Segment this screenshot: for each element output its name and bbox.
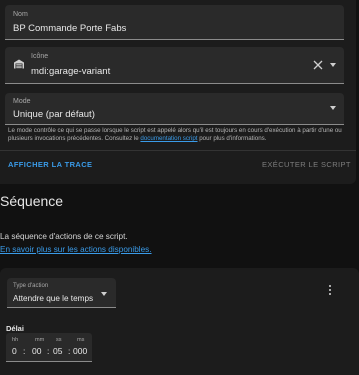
action-type-label: Type d'action bbox=[13, 283, 49, 289]
helper-text-end: pour plus d'informations. bbox=[197, 135, 267, 142]
hours-input[interactable]: 0 bbox=[12, 346, 17, 356]
overflow-menu-icon[interactable] bbox=[327, 285, 333, 297]
name-field-label: Nom bbox=[13, 11, 28, 18]
time-separator: : bbox=[47, 346, 50, 356]
time-separator: : bbox=[23, 346, 26, 356]
sequence-description: La séquence d'actions de ce script. bbox=[0, 232, 128, 241]
chevron-down-icon[interactable] bbox=[101, 292, 107, 296]
mode-field-label: Mode bbox=[13, 98, 31, 105]
milliseconds-input[interactable]: 000 bbox=[73, 346, 87, 356]
icon-picker-field[interactable]: Icône mdi:garage-variant bbox=[5, 47, 344, 84]
sequence-heading: Séquence bbox=[0, 193, 64, 209]
icon-field-label: Icône bbox=[31, 53, 49, 60]
show-trace-button[interactable]: AFFICHER LA TRACE bbox=[8, 160, 92, 169]
icon-field-value[interactable]: mdi:garage-variant bbox=[31, 66, 110, 77]
seconds-input[interactable]: 05 bbox=[53, 346, 62, 356]
name-field-value[interactable]: BP Commande Porte Fabs bbox=[13, 23, 126, 34]
delay-duration-input[interactable]: hh mm ss ms 0 : 00 : 05 : 000 bbox=[6, 333, 92, 362]
name-field[interactable]: Nom BP Commande Porte Fabs bbox=[5, 5, 344, 40]
seconds-unit-label: ss bbox=[56, 337, 62, 343]
script-settings-card: Nom BP Commande Porte Fabs Icône mdi:gar… bbox=[0, 0, 356, 184]
action-type-select[interactable]: Type d'action Attendre que le temps bbox=[7, 278, 116, 308]
minutes-input[interactable]: 00 bbox=[32, 346, 41, 356]
clear-icon[interactable] bbox=[313, 60, 323, 70]
chevron-down-icon[interactable] bbox=[330, 106, 336, 110]
mode-helper-text: Le mode contrôle ce qui se passe lorsque… bbox=[8, 127, 348, 143]
milliseconds-unit-label: ms bbox=[77, 337, 85, 343]
card-divider bbox=[0, 150, 356, 151]
hours-unit-label: hh bbox=[12, 337, 19, 343]
action-type-value: Attendre que le temps bbox=[13, 294, 94, 303]
run-script-button[interactable]: EXÉCUTER LE SCRIPT bbox=[262, 160, 351, 169]
garage-variant-icon bbox=[14, 59, 24, 69]
chevron-down-icon[interactable] bbox=[330, 63, 336, 67]
action-card: Type d'action Attendre que le temps Déla… bbox=[0, 268, 359, 375]
time-separator: : bbox=[68, 346, 71, 356]
script-docs-link[interactable]: documentation script bbox=[140, 135, 197, 142]
delay-label: Délai bbox=[6, 324, 24, 333]
mode-field-value: Unique (par défaut) bbox=[13, 109, 95, 120]
minutes-unit-label: mm bbox=[35, 337, 45, 343]
mode-select[interactable]: Mode Unique (par défaut) bbox=[5, 93, 344, 125]
actions-docs-link[interactable]: En savoir plus sur les actions disponibl… bbox=[0, 245, 152, 254]
